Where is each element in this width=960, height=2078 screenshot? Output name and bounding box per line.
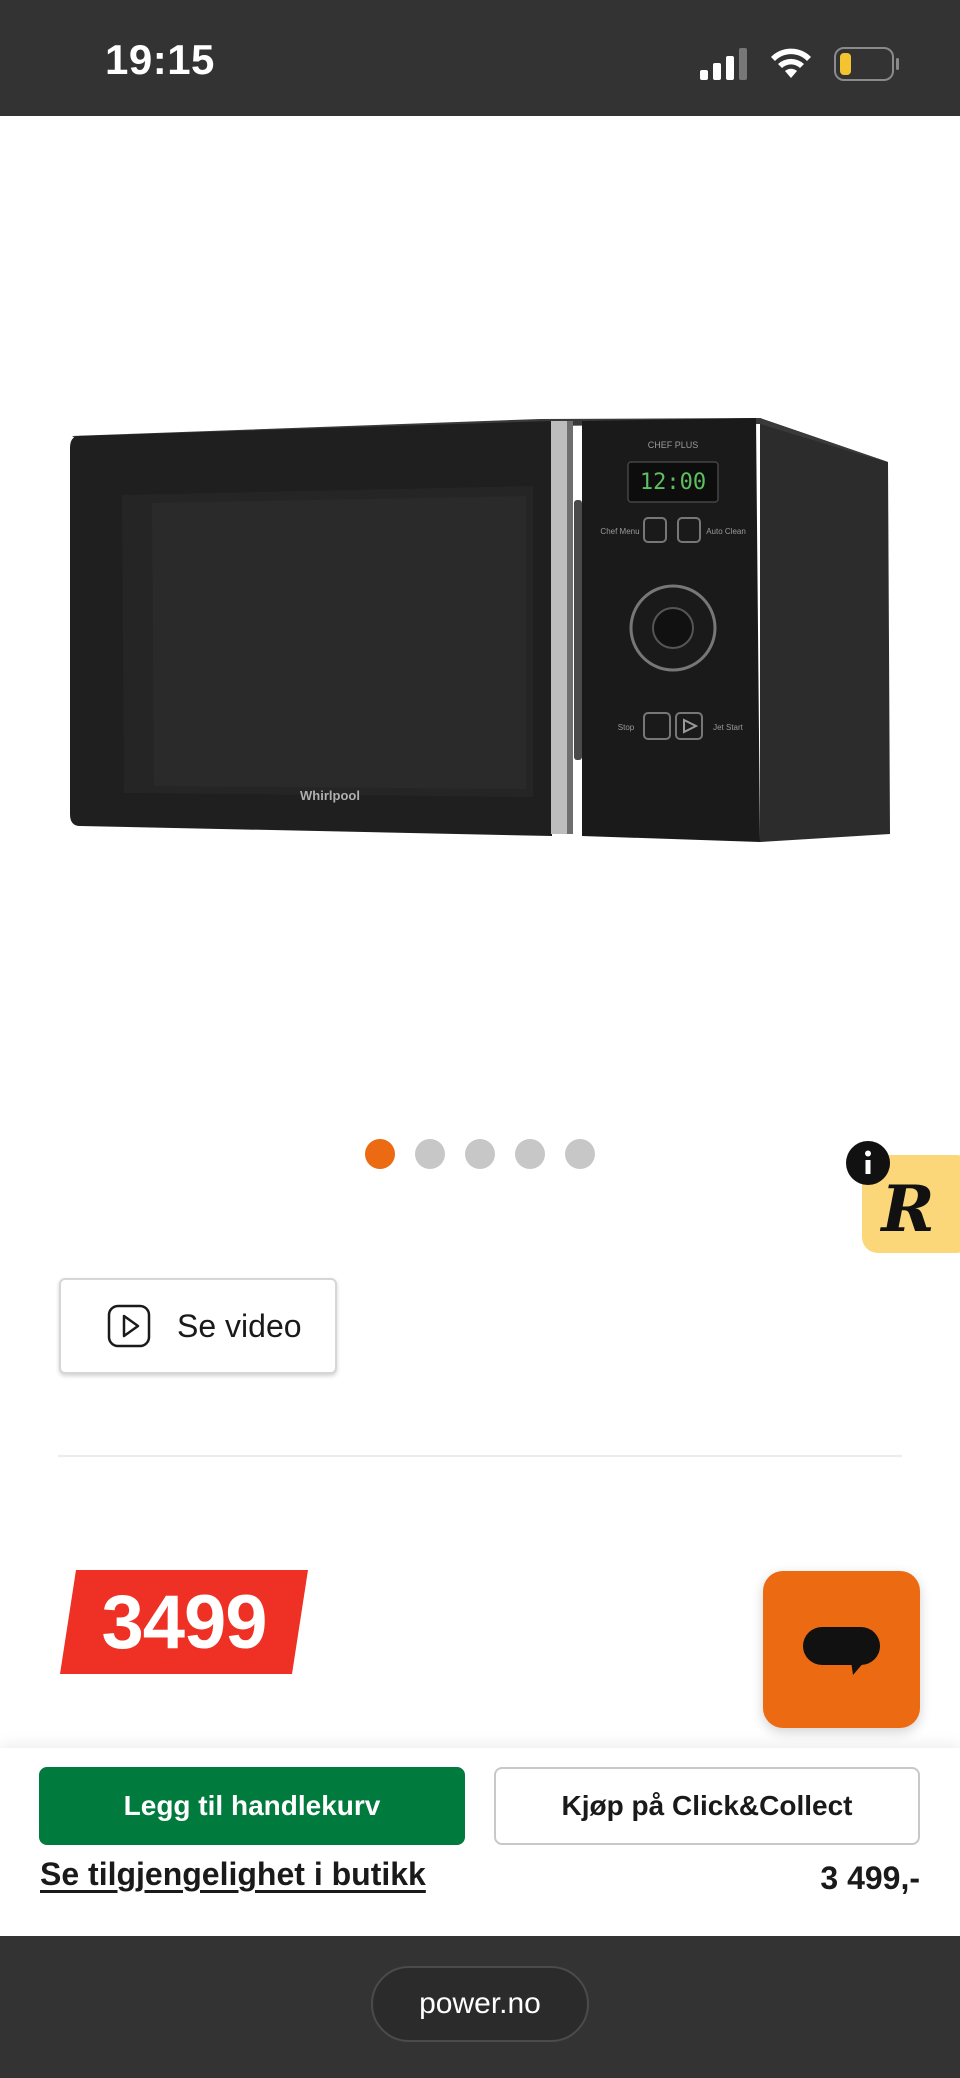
signal-icon [700, 48, 747, 80]
jet-start-label: Jet Start [713, 723, 744, 732]
chat-button[interactable] [763, 1571, 920, 1728]
status-bar: 19:15 [0, 0, 960, 116]
wifi-icon [771, 48, 811, 78]
review-badge-widget[interactable]: R [846, 1141, 960, 1253]
battery-icon [834, 47, 899, 81]
image-carousel-dots [0, 1139, 960, 1169]
brand-label: Whirlpool [300, 788, 360, 803]
chef-plus-label: CHEF PLUS [648, 440, 699, 450]
price-tag: 3499 [101, 1579, 267, 1665]
auto-clean-label: Auto Clean [706, 527, 746, 536]
url-bar[interactable]: power.no [371, 1966, 589, 2042]
chef-menu-label: Chef Menu [600, 527, 639, 536]
divider [58, 1455, 902, 1457]
stop-label: Stop [618, 723, 635, 732]
click-collect-button[interactable]: Kjøp på Click&Collect [494, 1767, 920, 1845]
browser-bar: power.no [0, 1936, 960, 2078]
chat-bubble-icon [803, 1627, 880, 1675]
carousel-dot-5[interactable] [565, 1139, 595, 1169]
carousel-dot-1[interactable] [365, 1139, 395, 1169]
carousel-dot-2[interactable] [415, 1139, 445, 1169]
product-image[interactable]: 12:00 CHEF PLUS Chef Menu Auto Clean Sto… [0, 116, 960, 1116]
bottom-action-panel: Legg til handlekurv Kjøp på Click&Collec… [0, 1748, 960, 1936]
microwave-image: 12:00 CHEF PLUS Chef Menu Auto Clean Sto… [70, 418, 890, 842]
video-button-label: Se video [177, 1307, 302, 1344]
review-logo-icon: R [879, 1172, 934, 1247]
carousel-dot-3[interactable] [465, 1139, 495, 1169]
add-to-cart-button[interactable]: Legg til handlekurv [39, 1767, 465, 1845]
display-time: 12:00 [640, 470, 706, 495]
carousel-dot-4[interactable] [515, 1139, 545, 1169]
bottom-price: 3 499,- [820, 1860, 920, 1896]
store-availability-link[interactable]: Se tilgjengelighet i butikk [40, 1856, 426, 1893]
status-icons [700, 44, 900, 84]
play-icon [107, 1304, 151, 1348]
video-button[interactable]: Se video [59, 1278, 337, 1374]
status-time: 19:15 [105, 36, 215, 83]
